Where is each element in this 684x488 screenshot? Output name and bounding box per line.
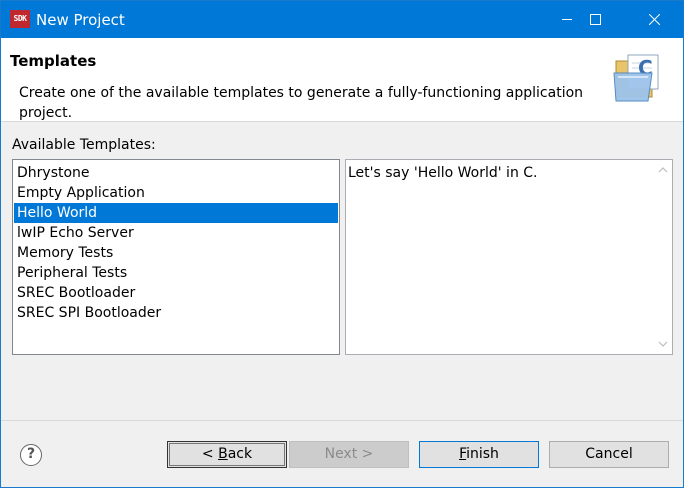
template-item[interactable]: Memory Tests xyxy=(14,243,338,263)
page-description: Create one of the available templates to… xyxy=(19,85,584,121)
close-icon xyxy=(648,14,660,25)
next-button[interactable]: Next > xyxy=(289,441,409,468)
title-bar[interactable]: SDK New Project xyxy=(1,1,683,38)
description-scrollbar[interactable] xyxy=(655,160,672,354)
maximize-icon xyxy=(589,14,601,25)
template-item[interactable]: Dhrystone xyxy=(14,163,338,183)
maximize-button[interactable] xyxy=(572,1,618,38)
window-title: New Project xyxy=(36,11,125,29)
template-item[interactable]: SREC SPI Bootloader xyxy=(14,303,338,323)
minimize-icon xyxy=(561,19,572,20)
help-icon[interactable]: ? xyxy=(20,444,42,466)
back-button[interactable]: < Back xyxy=(167,441,287,468)
templates-list[interactable]: Dhrystone Empty Application Hello World lwI… xyxy=(12,159,340,355)
sdk-app-icon: SDK xyxy=(10,10,30,28)
template-item[interactable]: Peripheral Tests xyxy=(14,263,338,283)
template-description: Let's say 'Hello World' in C. xyxy=(348,165,538,181)
template-item[interactable]: Hello World xyxy=(14,203,338,223)
cancel-button-label: Cancel xyxy=(585,446,633,462)
new-c-project-folder-icon: C xyxy=(613,54,659,102)
template-item[interactable]: Empty Application xyxy=(14,183,338,203)
finish-button[interactable]: Finish xyxy=(419,441,539,468)
next-button-label: Next > xyxy=(324,446,374,462)
template-description-panel: Let's say 'Hello World' in C. xyxy=(345,159,673,355)
template-item[interactable]: lwIP Echo Server xyxy=(14,223,338,243)
close-button[interactable] xyxy=(631,1,677,38)
scroll-down-icon[interactable] xyxy=(658,340,668,348)
template-item[interactable]: SREC Bootloader xyxy=(14,283,338,303)
wizard-header: Templates Create one of the available te… xyxy=(1,38,683,122)
finish-button-label: Finish xyxy=(459,446,499,462)
new-project-dialog: SDK New Project Templates Create one of … xyxy=(0,0,684,488)
page-title: Templates xyxy=(10,52,97,70)
scroll-up-icon[interactable] xyxy=(658,166,668,174)
cancel-button[interactable]: Cancel xyxy=(549,441,669,468)
available-templates-label: Available Templates: xyxy=(12,137,156,153)
footer-divider xyxy=(1,420,683,421)
back-button-label: < Back xyxy=(201,446,253,462)
